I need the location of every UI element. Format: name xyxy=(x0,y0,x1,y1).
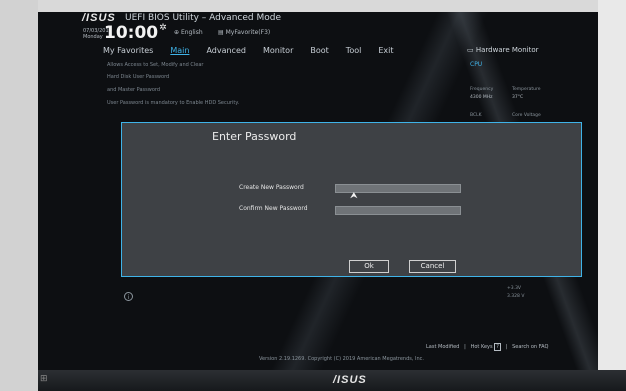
temperature-label: Temperature xyxy=(512,87,541,92)
clock-time: 10:00✲ xyxy=(104,23,167,43)
temperature-value: 37°C xyxy=(512,95,524,100)
tab-advanced[interactable]: Advanced xyxy=(206,46,246,55)
ok-button[interactable]: Ok xyxy=(349,260,389,273)
tab-boot[interactable]: Boot xyxy=(310,46,328,55)
monitor-stand xyxy=(38,370,626,391)
hot-keys-key: ? xyxy=(494,343,501,351)
bclk-label: BCLK xyxy=(470,113,482,118)
tab-tool[interactable]: Tool xyxy=(346,46,362,55)
myfavorite-button[interactable]: ▤ MyFavorite(F3) xyxy=(218,29,270,36)
globe-icon: ⊕ xyxy=(174,29,180,36)
hardware-monitor-title: ▭ Hardware Monitor xyxy=(467,46,539,54)
tab-main[interactable]: Main xyxy=(170,46,189,55)
voltage-value: 3.328 V xyxy=(507,294,525,299)
frequency-value: 4300 MHz xyxy=(470,95,493,100)
power-indicator-icon: ⊞ xyxy=(40,374,48,384)
monitor-icon: ▭ xyxy=(467,46,474,54)
tab-monitor[interactable]: Monitor xyxy=(263,46,293,55)
menu-line: Allows Access to Set, Modify and Clear xyxy=(107,62,204,68)
menu-line: User Password is mandatory to Enable HDD… xyxy=(107,100,240,106)
wall-left xyxy=(0,0,38,391)
tab-my-favorites[interactable]: My Favorites xyxy=(103,46,153,55)
main-tabs: My Favorites Main Advanced Monitor Boot … xyxy=(103,46,411,55)
gear-icon[interactable]: ✲ xyxy=(159,23,167,33)
favorite-icon: ▤ xyxy=(218,29,224,36)
confirm-password-field[interactable] xyxy=(335,206,461,215)
menu-line[interactable]: and Master Password xyxy=(107,87,160,93)
confirm-password-label: Confirm New Password xyxy=(239,205,308,212)
create-password-label: Create New Password xyxy=(239,184,304,191)
info-icon: i xyxy=(124,292,133,301)
last-modified-button[interactable]: Last Modified xyxy=(426,344,459,350)
wall-right xyxy=(598,0,626,391)
mouse-cursor-icon: ⮝ xyxy=(350,191,358,201)
stand-logo: /ISUS xyxy=(333,374,367,386)
voltage-label: +3.3V xyxy=(507,286,522,291)
hot-keys-button[interactable]: Hot Keys ? xyxy=(471,343,501,351)
search-faq-button[interactable]: Search on FAQ xyxy=(512,344,548,350)
footer-bar: Last Modified | Hot Keys ? | Search on F… xyxy=(426,343,549,351)
menu-line[interactable]: Hard Disk User Password xyxy=(107,74,169,80)
version-text: Version 2.19.1269. Copyright (C) 2019 Am… xyxy=(259,356,425,362)
bios-title: UEFI BIOS Utility – Advanced Mode xyxy=(125,13,281,23)
dialog-title: Enter Password xyxy=(212,130,297,143)
language-selector[interactable]: ⊕ English xyxy=(174,29,203,36)
tab-exit[interactable]: Exit xyxy=(378,46,393,55)
cancel-button[interactable]: Cancel xyxy=(409,260,456,273)
frequency-label: Frequency xyxy=(470,87,494,92)
password-dialog: Enter Password Create New Password Confi… xyxy=(121,122,582,277)
core-voltage-label: Core Voltage xyxy=(512,113,541,118)
cpu-label: CPU xyxy=(470,61,483,68)
